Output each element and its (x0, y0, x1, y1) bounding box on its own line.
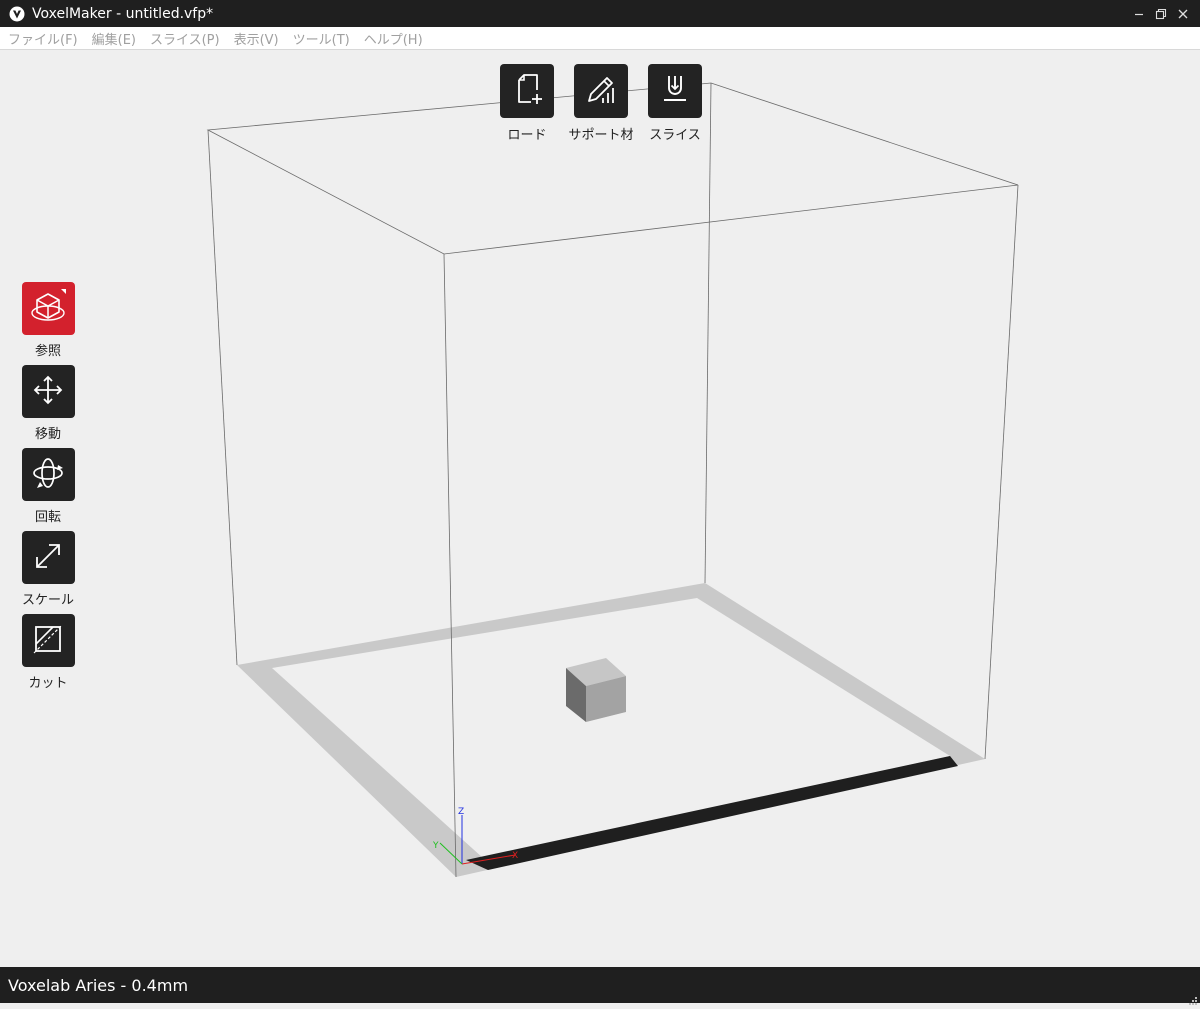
scale-tool[interactable]: スケール (15, 531, 81, 614)
move-tool[interactable]: 移動 (15, 365, 81, 448)
support-button[interactable] (574, 64, 628, 118)
menu-bar: ファイル(F) 編集(E) スライス(P) 表示(V) ツール(T) ヘルプ(H… (0, 27, 1200, 50)
menu-tools[interactable]: ツール(T) (293, 29, 350, 48)
printer-profile[interactable]: Voxelab Aries - 0.4mm (8, 976, 188, 995)
resize-grip-icon[interactable] (1187, 990, 1197, 1005)
status-bar: Voxelab Aries - 0.4mm (0, 967, 1200, 1005)
cut-icon (31, 622, 65, 660)
rotate-label: 回転 (34, 510, 61, 525)
load-tool[interactable]: ロード (490, 64, 564, 143)
cut-label: カット (28, 676, 68, 691)
slice-tool[interactable]: スライス (638, 64, 712, 143)
build-volume-scene: Z X Y (206, 82, 1019, 878)
menu-slice[interactable]: スライス(P) (150, 29, 220, 48)
build-volume-edge (704, 82, 712, 584)
slice-button[interactable] (648, 64, 702, 118)
scale-arrows-icon (31, 539, 65, 577)
window-title: VoxelMaker - untitled.vfp* (32, 5, 214, 22)
view-label: 参照 (34, 344, 61, 359)
support-label: サポート材 (568, 128, 634, 143)
rotate-tool[interactable]: 回転 (15, 448, 81, 531)
left-toolbar: 参照 移動 回転 スケール カット (15, 282, 81, 697)
support-tool[interactable]: サポート材 (564, 64, 638, 143)
rotate-button[interactable] (21, 448, 75, 501)
menu-view[interactable]: 表示(V) (234, 29, 279, 48)
x-axis-label: X (512, 851, 518, 861)
move-label: 移動 (34, 427, 61, 442)
scale-button[interactable] (21, 531, 75, 584)
build-volume-edge (207, 129, 238, 666)
window-controls (1128, 0, 1194, 27)
scale-label: スケール (21, 593, 74, 608)
view-button[interactable] (21, 282, 75, 335)
build-volume-edge (984, 184, 1019, 760)
y-axis-label: Y (432, 841, 439, 851)
move-button[interactable] (21, 365, 75, 418)
close-icon[interactable] (1172, 0, 1194, 27)
z-axis-label: Z (458, 807, 464, 817)
menu-help[interactable]: ヘルプ(H) (364, 29, 423, 48)
minimize-icon[interactable] (1128, 0, 1150, 27)
menu-edit[interactable]: 編集(E) (92, 29, 136, 48)
cut-tool[interactable]: カット (15, 614, 81, 697)
restore-icon[interactable] (1150, 0, 1172, 27)
top-toolbar: ロード サポート材 スライス (490, 64, 712, 143)
build-plate (272, 598, 950, 858)
rotate-icon (30, 455, 66, 495)
cut-button[interactable] (21, 614, 75, 667)
view-cube-icon (28, 287, 68, 331)
slice-download-icon (658, 72, 692, 110)
load-label: ロード (507, 128, 547, 143)
move-arrows-icon (31, 373, 65, 411)
slice-label: スライス (649, 128, 701, 143)
load-button[interactable] (500, 64, 554, 118)
support-pencil-icon (584, 72, 618, 110)
3d-viewport[interactable]: Z X Y ロード サポート材 スライス 参照 移動 回転 スケール カット (0, 50, 1200, 967)
voxelmaker-logo-icon (9, 6, 25, 22)
menu-file[interactable]: ファイル(F) (8, 29, 78, 48)
load-file-icon (510, 72, 544, 110)
title-bar: VoxelMaker - untitled.vfp* (0, 0, 1200, 27)
view-tool[interactable]: 参照 (15, 282, 81, 365)
